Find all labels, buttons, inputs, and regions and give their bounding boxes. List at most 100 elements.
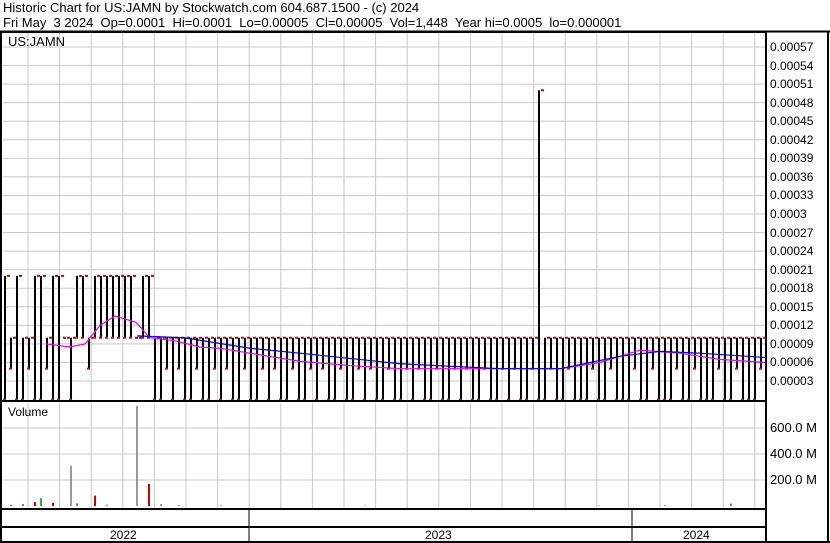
volume-bar	[220, 505, 222, 506]
price-bar	[358, 337, 360, 369]
close-tick	[745, 336, 748, 339]
price-bar	[604, 337, 606, 400]
close-tick	[715, 336, 718, 339]
close-tick	[619, 336, 622, 339]
close-tick	[247, 336, 250, 339]
close-tick	[129, 336, 132, 339]
price-bar	[748, 337, 750, 400]
close-tick	[105, 336, 108, 339]
close-tick	[37, 274, 40, 277]
price-bar	[280, 337, 282, 400]
price-bar	[154, 337, 156, 400]
volume-tick-label: 400.0 M	[770, 446, 817, 461]
price-bar	[466, 337, 468, 369]
close-tick	[541, 89, 544, 92]
price-bar	[112, 275, 114, 338]
price-bar	[514, 337, 516, 369]
price-bar	[160, 337, 162, 400]
close-tick	[591, 367, 594, 370]
price-bar	[220, 337, 222, 400]
close-tick	[115, 274, 118, 277]
close-tick	[649, 336, 652, 339]
price-bar	[4, 275, 6, 400]
close-tick	[343, 336, 346, 339]
close-tick	[703, 336, 706, 339]
price-bar	[760, 337, 762, 369]
close-tick	[735, 367, 738, 370]
close-tick	[727, 336, 730, 339]
price-bar	[712, 337, 714, 400]
close-tick	[55, 274, 58, 277]
close-tick	[123, 336, 126, 339]
close-tick	[9, 367, 12, 370]
close-tick	[679, 336, 682, 339]
price-bar	[16, 275, 18, 400]
close-tick	[487, 336, 490, 339]
close-tick	[589, 336, 592, 339]
close-tick	[697, 336, 700, 339]
close-tick	[199, 336, 202, 339]
price-tick-label: 0.00021	[770, 262, 814, 277]
close-tick	[127, 274, 130, 277]
chart-frame	[0, 31, 767, 543]
close-tick	[357, 367, 360, 370]
close-tick	[631, 336, 634, 339]
price-tick-label: 0.00015	[770, 299, 814, 314]
close-tick	[397, 336, 400, 339]
close-tick	[355, 336, 358, 339]
volume-bar	[160, 504, 162, 506]
close-tick	[229, 336, 232, 339]
volume-bar	[364, 505, 366, 506]
close-tick	[739, 336, 742, 339]
close-tick	[7, 274, 10, 277]
price-bar	[382, 337, 384, 400]
close-tick	[99, 336, 102, 339]
close-tick	[253, 336, 256, 339]
close-tick	[675, 367, 678, 370]
volume-bar	[664, 505, 666, 506]
price-tick-label: 0.00027	[770, 225, 814, 240]
volume-title: Volume	[8, 405, 49, 419]
price-bar	[76, 275, 78, 338]
close-tick	[81, 336, 84, 339]
volume-tick-label: 600.0 M	[770, 420, 817, 435]
price-bar	[682, 337, 684, 400]
price-tick-label: 0.00018	[770, 281, 814, 296]
price-bar	[130, 275, 132, 338]
price-bar	[118, 275, 120, 338]
close-tick	[319, 336, 322, 339]
close-tick	[277, 336, 280, 339]
price-bar	[340, 337, 342, 369]
close-tick	[111, 336, 114, 339]
price-bar	[262, 337, 264, 369]
price-tick-label: 0.00039	[770, 151, 814, 166]
close-tick	[451, 336, 454, 339]
close-tick	[225, 367, 228, 370]
price-bar	[730, 337, 732, 400]
close-tick	[67, 336, 70, 339]
close-tick	[109, 274, 112, 277]
price-bar	[148, 275, 150, 338]
price-bar	[646, 337, 648, 400]
price-bar	[196, 337, 198, 369]
price-bar	[322, 337, 324, 369]
year-label: 2023	[425, 528, 452, 542]
close-tick	[307, 336, 310, 339]
close-tick	[235, 336, 238, 339]
close-tick	[523, 336, 526, 339]
volume-bar	[106, 504, 108, 506]
price-bar	[28, 337, 30, 369]
volume-bar	[40, 498, 42, 506]
close-tick	[43, 274, 46, 277]
close-tick	[583, 336, 586, 339]
close-tick	[271, 336, 274, 339]
close-tick	[601, 336, 604, 339]
price-bar	[568, 337, 570, 369]
price-bar	[334, 337, 336, 400]
close-tick	[103, 274, 106, 277]
close-tick	[165, 367, 168, 370]
close-tick	[141, 336, 144, 339]
close-tick	[13, 336, 16, 339]
price-bar	[376, 337, 378, 400]
close-tick	[481, 336, 484, 339]
